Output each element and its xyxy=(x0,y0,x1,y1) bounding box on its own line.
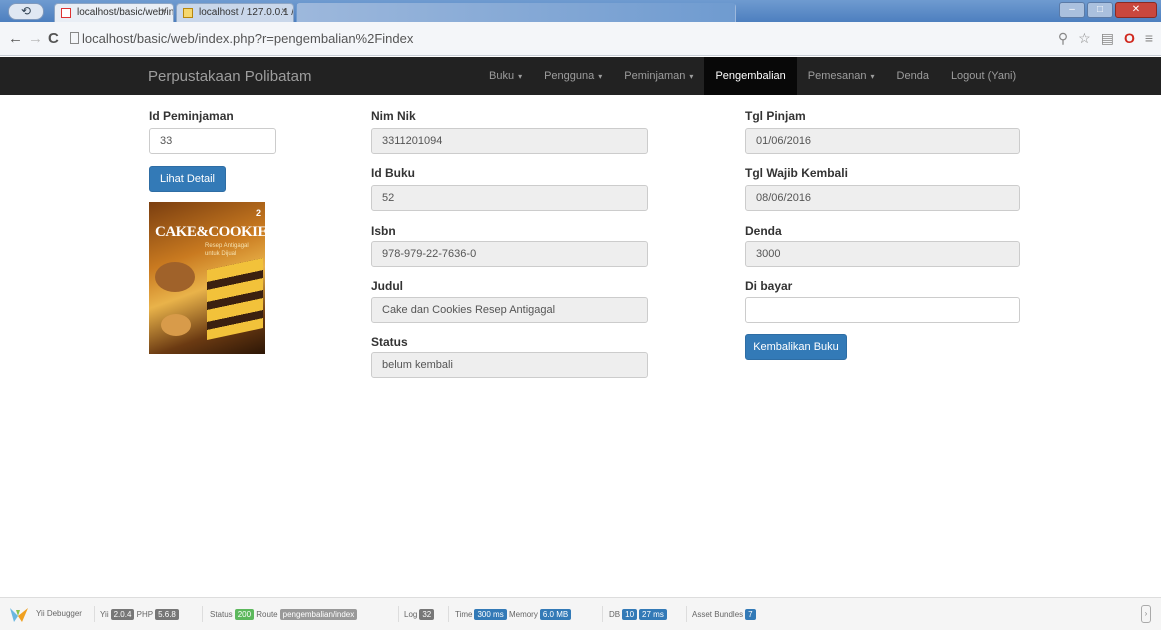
id-peminjaman-input[interactable]: 33 xyxy=(149,128,276,154)
maximize-button[interactable]: □ xyxy=(1087,2,1113,18)
reload-icon[interactable]: C xyxy=(48,30,59,47)
yii-logo-icon[interactable] xyxy=(8,606,30,624)
caret-down-icon: ▾ xyxy=(689,72,694,81)
isbn-field: 978-979-22-7636-0 xyxy=(371,241,648,267)
tgl-pinjam-field: 01/06/2016 xyxy=(745,128,1020,154)
browser-tab-3[interactable] xyxy=(296,3,736,22)
isbn-label: Isbn xyxy=(371,224,396,238)
nav-item-denda[interactable]: Denda xyxy=(886,57,940,95)
cover-subtitle: Resep Antigagal untuk Dijual xyxy=(205,243,249,257)
cover-title: CAKE&COOKIES xyxy=(155,224,265,240)
url-text: localhost/basic/web/index.php?r=pengemba… xyxy=(82,31,414,46)
kembalikan-buku-button[interactable]: Kembalikan Buku xyxy=(745,334,847,360)
judul-label: Judul xyxy=(371,279,403,293)
id-peminjaman-label: Id Peminjaman xyxy=(149,109,234,123)
id-buku-label: Id Buku xyxy=(371,166,415,180)
divider xyxy=(686,606,687,622)
id-buku-field: 52 xyxy=(371,185,648,211)
di-bayar-input[interactable] xyxy=(745,297,1020,323)
di-bayar-label: Di bayar xyxy=(745,279,793,293)
star-icon[interactable]: ☆ xyxy=(1078,30,1091,47)
judul-field: Cake dan Cookies Resep Antigagal xyxy=(371,297,648,323)
yii-debugger-label[interactable]: Yii Debugger xyxy=(36,609,82,618)
nav-item-peminjaman[interactable]: Peminjaman ▾ xyxy=(613,57,704,95)
caret-down-icon: ▾ xyxy=(598,72,603,81)
status-field: belum kembali xyxy=(371,352,648,378)
tab-close-icon[interactable]: × xyxy=(281,6,287,17)
book-cover-image: 2 CAKE&COOKIES Resep Antigagal untuk Diju… xyxy=(149,202,265,354)
divider xyxy=(398,606,399,622)
yii-version-panel[interactable]: Yii 2.0.4 PHP 5.6.8 xyxy=(100,609,179,620)
cover-cookie-shape xyxy=(155,262,195,292)
toolbar-toggle-icon[interactable]: › xyxy=(1141,605,1151,623)
browser-tabstrip: ⟲ localhost/basic/web/inde × localhost /… xyxy=(0,0,1161,22)
window-close-button[interactable]: ✕ xyxy=(1115,2,1157,18)
minimize-button[interactable]: – xyxy=(1059,2,1085,18)
request-panel[interactable]: Status 200 Route pengembalian/index xyxy=(210,609,358,620)
browser-tab-2[interactable]: localhost / 127.0.0.1 / pe × xyxy=(176,3,294,22)
window-controls: – □ ✕ xyxy=(1059,2,1157,18)
nav-item-pengguna[interactable]: Pengguna ▾ xyxy=(533,57,613,95)
nav-menu: Buku ▾ Pengguna ▾ Peminjaman ▾ Pengembalian… xyxy=(478,57,1027,95)
log-panel[interactable]: Log 32 xyxy=(404,609,435,620)
nav-item-pemesanan[interactable]: Pemesanan ▾ xyxy=(797,57,886,95)
divider xyxy=(202,606,203,622)
page-favicon-icon xyxy=(61,8,71,18)
caret-down-icon: ▾ xyxy=(870,72,875,81)
denda-field: 3000 xyxy=(745,241,1020,267)
tgl-wajib-kembali-label: Tgl Wajib Kembali xyxy=(745,166,848,180)
divider xyxy=(602,606,603,622)
nav-item-buku[interactable]: Buku ▾ xyxy=(478,57,533,95)
asset-panel[interactable]: Asset Bundles 7 xyxy=(692,609,756,620)
opera-icon[interactable]: O xyxy=(1124,30,1135,47)
back-arrow-icon[interactable]: ← xyxy=(8,30,23,47)
divider xyxy=(94,606,95,622)
extension-icon[interactable]: ▤ xyxy=(1101,30,1114,47)
denda-label: Denda xyxy=(745,224,782,238)
caret-down-icon: ▾ xyxy=(518,72,523,81)
nim-nik-field: 3311201094 xyxy=(371,128,648,154)
db-panel[interactable]: DB 10 27 ms xyxy=(609,609,667,620)
forward-arrow-icon[interactable]: → xyxy=(28,30,43,47)
cover-cookie-shape xyxy=(161,314,191,336)
cover-number: 2 xyxy=(255,208,261,218)
cover-cake-shape xyxy=(207,258,263,340)
address-bar: ← → C localhost/basic/web/index.php?r=pe… xyxy=(0,22,1161,56)
nim-nik-label: Nim Nik xyxy=(371,109,416,123)
app-navbar: Perpustakaan Polibatam Buku ▾ Pengguna ▾ P… xyxy=(0,57,1161,95)
tab-title: localhost/basic/web/inde xyxy=(77,7,174,18)
tgl-pinjam-label: Tgl Pinjam xyxy=(745,109,806,123)
browser-toolbar-icons: ⚲ ☆ ▤ O ≡ xyxy=(1058,30,1153,47)
phpmyadmin-favicon-icon xyxy=(183,8,193,18)
status-label: Status xyxy=(371,335,408,349)
tab-title: localhost / 127.0.0.1 / pe xyxy=(199,7,294,18)
menu-icon[interactable]: ≡ xyxy=(1145,30,1153,47)
tab-close-icon[interactable]: × xyxy=(161,6,167,17)
browser-tab-1[interactable]: localhost/basic/web/inde × xyxy=(54,3,174,22)
page-icon xyxy=(70,32,79,44)
tgl-wajib-kembali-field: 08/06/2016 xyxy=(745,185,1020,211)
brand-link[interactable]: Perpustakaan Polibatam xyxy=(148,68,311,85)
browser-menu-button[interactable]: ⟲ xyxy=(8,3,44,20)
url-field[interactable]: localhost/basic/web/index.php?r=pengemba… xyxy=(70,28,1050,50)
yii-debug-toolbar: Yii Debugger Yii 2.0.4 PHP 5.6.8 Status 200… xyxy=(0,597,1161,630)
search-icon[interactable]: ⚲ xyxy=(1058,30,1068,47)
lihat-detail-button[interactable]: Lihat Detail xyxy=(149,166,226,192)
profiling-panel[interactable]: Time 300 ms Memory 6.0 MB xyxy=(455,609,572,620)
divider xyxy=(448,606,449,622)
nav-item-logout[interactable]: Logout (Yani) xyxy=(940,57,1027,95)
nav-item-pengembalian[interactable]: Pengembalian xyxy=(704,57,797,95)
